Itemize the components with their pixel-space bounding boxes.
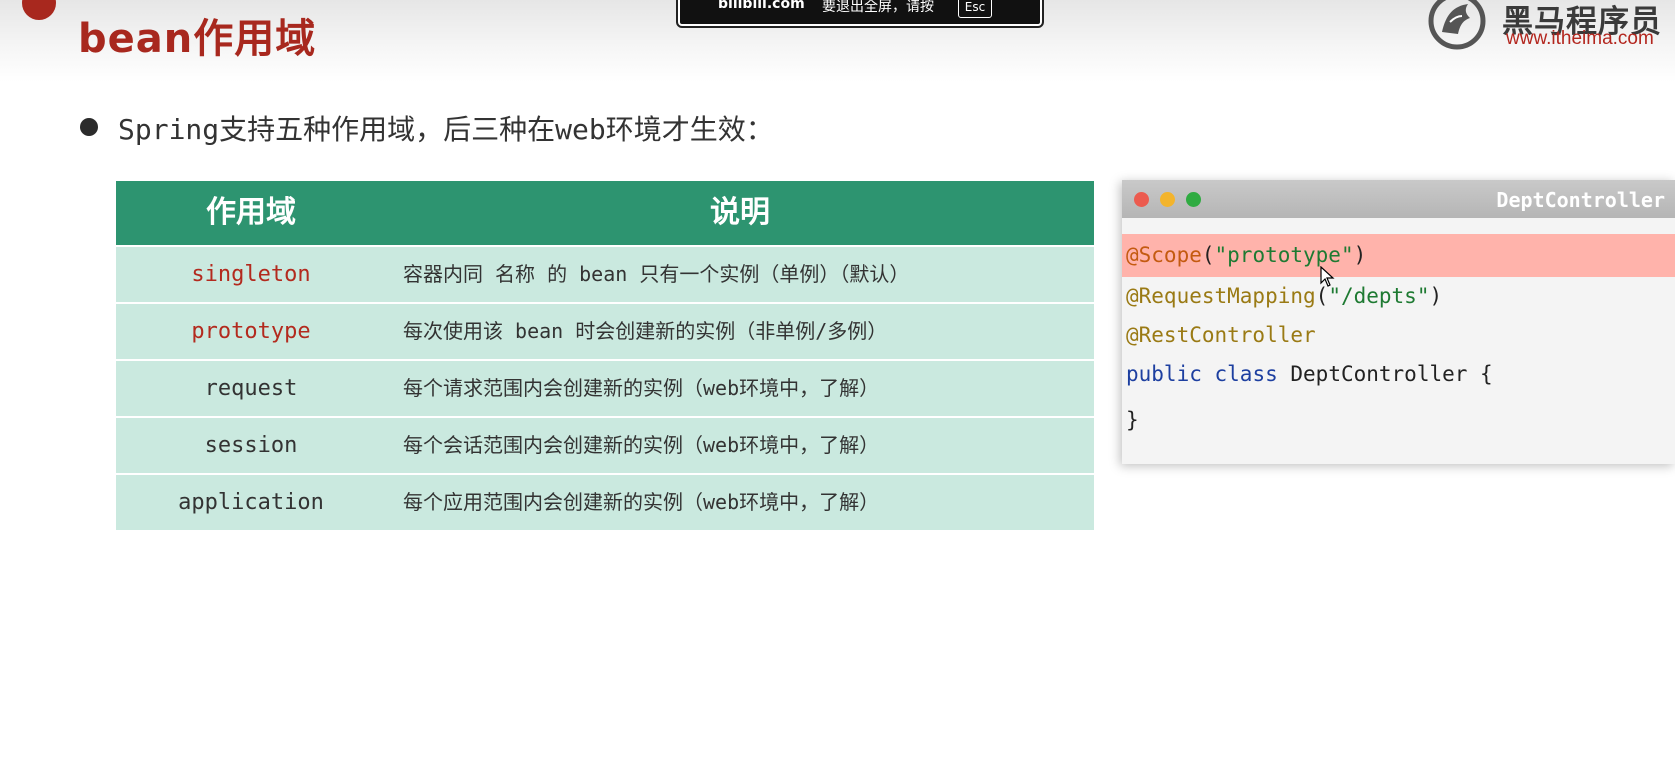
code-body: @Scope("prototype") @RequestMapping("/de… — [1122, 234, 1675, 446]
table-row: singleton 容器内同 名称 的 bean 只有一个实例（单例）（默认） — [116, 247, 1094, 302]
keyword: public — [1126, 362, 1202, 386]
table-row: session 每个会话范围内会创建新的实例（web环境中，了解） — [116, 418, 1094, 473]
table-row: request 每个请求范围内会创建新的实例（web环境中，了解） — [116, 361, 1094, 416]
string-literal: "/depts" — [1328, 284, 1430, 308]
code-window: DeptController @Scope("prototype") @Requ… — [1122, 180, 1675, 464]
code-line-class-decl: public class DeptController { — [1122, 355, 1675, 394]
logo-url: www.itheima.com — [1506, 28, 1654, 49]
page-title: bean作用域 — [78, 16, 317, 62]
code-line-request-mapping: @RequestMapping("/depts") — [1122, 277, 1675, 316]
brand-logo: 黑马程序员 www.itheima.com — [1420, 0, 1670, 58]
minimize-dot-icon — [1160, 192, 1175, 207]
annotation: @Scope — [1126, 243, 1202, 267]
string-literal: "prototype" — [1214, 243, 1354, 267]
scope-table: 作用域 说明 singleton 容器内同 名称 的 bean 只有一个实例（单… — [116, 181, 1094, 530]
code-line-close-brace: } — [1122, 394, 1675, 446]
class-name: DeptController { — [1290, 362, 1493, 386]
paren: ) — [1353, 243, 1367, 267]
header-description: 说明 — [710, 195, 770, 230]
toast-site: bilibili.com — [718, 0, 805, 12]
scope-description: 每个请求范围内会创建新的实例（web环境中，了解） — [403, 376, 880, 400]
header-scope: 作用域 — [206, 195, 296, 230]
code-line-scope: @Scope("prototype") — [1122, 234, 1675, 277]
fullscreen-toast: bilibili.com 要退出全屏，请按 Esc — [676, 0, 1044, 28]
scope-name: prototype — [191, 319, 311, 344]
toast-esc-key[interactable]: Esc — [958, 0, 992, 18]
mouse-pointer-icon — [1320, 266, 1335, 287]
scope-description: 容器内同 名称 的 bean 只有一个实例（单例）（默认） — [403, 262, 910, 286]
brace: } — [1126, 408, 1139, 432]
keyword: class — [1214, 362, 1278, 386]
table-row: application 每个应用范围内会创建新的实例（web环境中，了解） — [116, 475, 1094, 530]
scope-name: singleton — [191, 262, 311, 287]
annotation: @RestController — [1126, 323, 1316, 347]
paren: ) — [1429, 284, 1443, 308]
maximize-dot-icon — [1186, 192, 1201, 207]
horse-logo-icon — [1428, 0, 1486, 50]
scope-description: 每个会话范围内会创建新的实例（web环境中，了解） — [403, 433, 880, 457]
scope-name: application — [178, 490, 324, 515]
bullet-dot — [80, 118, 98, 136]
scope-name: request — [204, 376, 298, 401]
table-row: prototype 每次使用该 bean 时会创建新的实例（非单例/多例） — [116, 304, 1094, 359]
close-dot-icon — [1134, 192, 1149, 207]
table-header-row: 作用域 说明 — [116, 181, 1094, 245]
scope-description: 每次使用该 bean 时会创建新的实例（非单例/多例） — [403, 319, 888, 343]
code-window-title: DeptController — [1496, 188, 1665, 212]
code-titlebar: DeptController — [1122, 180, 1675, 218]
code-line-rest-controller: @RestController — [1122, 316, 1675, 355]
annotation: @RequestMapping — [1126, 284, 1316, 308]
bullet-text: Spring支持五种作用域，后三种在web环境才生效： — [118, 113, 774, 146]
paren: ( — [1201, 243, 1215, 267]
toast-message: 要退出全屏，请按 — [822, 0, 934, 15]
scope-description: 每个应用范围内会创建新的实例（web环境中，了解） — [403, 490, 880, 514]
scope-name: session — [204, 433, 298, 458]
